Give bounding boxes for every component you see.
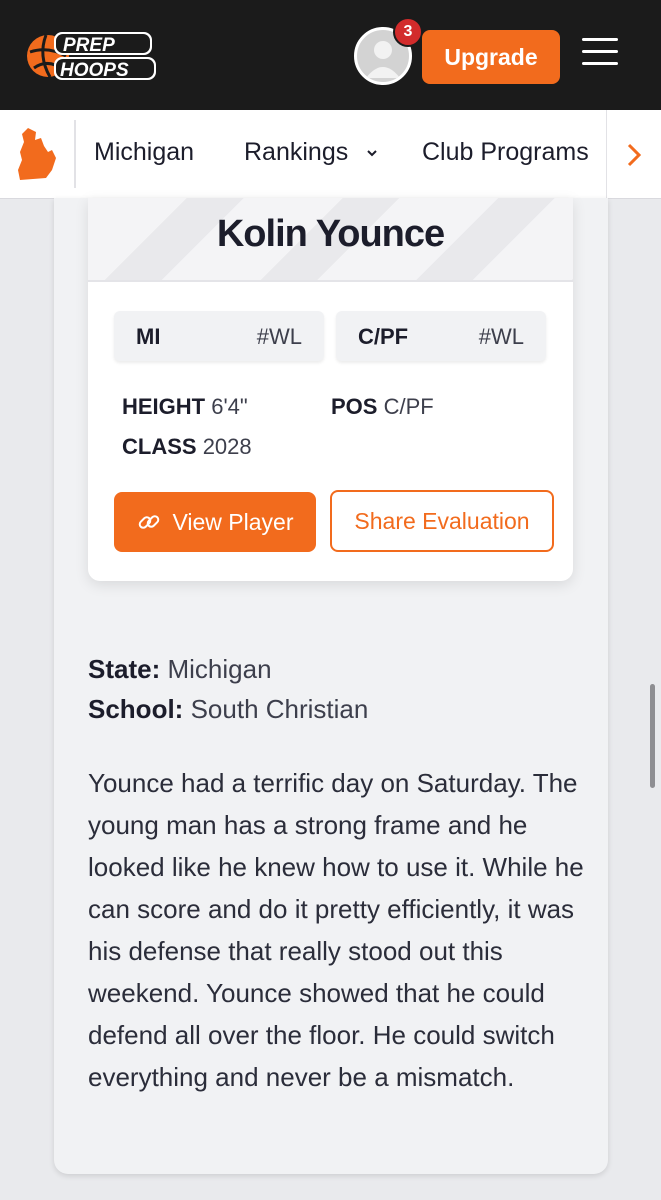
school-detail-label: School: — [88, 694, 184, 724]
michigan-state-shape-icon[interactable] — [14, 126, 60, 182]
state-rank-pill: MI #WL — [114, 311, 324, 361]
chevron-down-icon[interactable] — [365, 148, 379, 158]
school-detail: School: South Christian — [88, 694, 368, 725]
class-value: 2028 — [202, 434, 252, 459]
height-label: HEIGHT — [122, 394, 206, 419]
class-stat: CLASS 2028 — [122, 434, 252, 460]
nav-item-rankings[interactable]: Rankings — [244, 138, 348, 167]
nav-item-michigan[interactable]: Michigan — [94, 138, 194, 167]
state-rank: #WL — [256, 324, 302, 349]
player-name[interactable]: Kolin Younce — [88, 213, 573, 256]
subnav-scroll-right-button[interactable] — [606, 110, 661, 198]
notification-badge[interactable]: 3 — [393, 17, 423, 47]
svg-text:HOOPS: HOOPS — [60, 60, 129, 81]
subnav-divider — [74, 120, 76, 188]
view-player-button[interactable]: View Player — [114, 492, 316, 552]
page-scrollbar[interactable] — [650, 684, 655, 788]
svg-text:PREP: PREP — [63, 35, 115, 56]
position-rank-pill: C/PF #WL — [336, 311, 546, 361]
state-detail: State: Michigan — [88, 654, 272, 685]
school-detail-value: South Christian — [190, 694, 369, 724]
height-stat: HEIGHT 6'4" — [122, 394, 248, 420]
player-card-header: Kolin Younce — [88, 198, 573, 282]
share-evaluation-button[interactable]: Share Evaluation — [330, 490, 554, 552]
state-abbr: MI — [136, 324, 161, 349]
view-player-label: View Player — [172, 508, 294, 535]
state-detail-value: Michigan — [167, 654, 272, 684]
position-stat: POS C/PF — [331, 394, 434, 420]
state-detail-label: State: — [88, 654, 161, 684]
top-header: PREP HOOPS 3 Upgrade — [0, 0, 661, 110]
height-value: 6'4" — [211, 394, 248, 419]
nav-item-club-programs[interactable]: Club Programs — [422, 138, 589, 167]
evaluation-text: Younce had a terrific day on Saturday. T… — [88, 768, 584, 1092]
upgrade-button[interactable]: Upgrade — [422, 30, 560, 84]
basketball-logo-icon: PREP HOOPS — [27, 32, 156, 81]
pos-label: POS — [331, 394, 378, 419]
class-label: CLASS — [122, 434, 197, 459]
prep-hoops-logo[interactable]: PREP HOOPS — [26, 26, 158, 86]
chevron-right-icon — [627, 143, 642, 167]
position-abbr: C/PF — [358, 324, 409, 349]
pos-value: C/PF — [383, 394, 434, 419]
position-rank: #WL — [478, 324, 524, 349]
player-card: Kolin Younce MI #WL C/PF #WL HEIGHT 6'4"… — [88, 198, 573, 581]
link-icon — [139, 515, 160, 529]
hamburger-menu-icon[interactable] — [582, 38, 618, 74]
